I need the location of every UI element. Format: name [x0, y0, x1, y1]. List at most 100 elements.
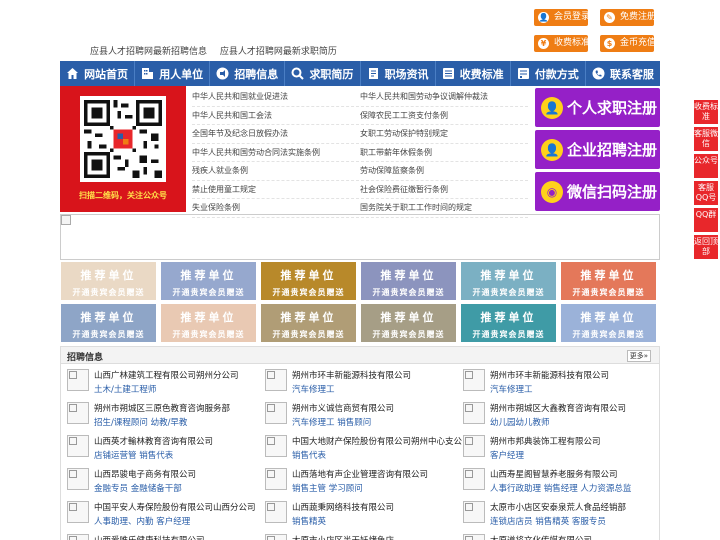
- jobseeker-register-button[interactable]: 👤 个人求职注册: [535, 88, 660, 127]
- company-name[interactable]: 山西蔬秉网络科技有限公司: [292, 501, 394, 513]
- company-name[interactable]: 中国大地财产保险股份有限公司朔州中心支公: [292, 435, 462, 447]
- job-positions[interactable]: 销售主管 学习顾问: [292, 482, 363, 494]
- company-logo[interactable]: [67, 402, 89, 424]
- company-logo[interactable]: [67, 534, 89, 540]
- company-logo[interactable]: [265, 435, 287, 457]
- company-name[interactable]: 太原市小店区安泰泉荒人食品经销部: [490, 501, 626, 513]
- law-link[interactable]: 中华人民共和国就业促进法: [192, 91, 360, 102]
- recommend-tile[interactable]: 推荐单位 开通贵宾会员赠送: [61, 262, 156, 300]
- company-name[interactable]: 朔州市义诚信商贸有限公司: [292, 402, 394, 414]
- job-item[interactable]: 朔州市朔城区三原色教育咨询服务部 招生/课程顾问 幼教/早教: [61, 402, 256, 435]
- job-item[interactable]: 朔州市义诚信商贸有限公司 汽车修理工 销售顾问: [259, 402, 454, 435]
- company-logo[interactable]: [463, 402, 485, 424]
- nav-employers[interactable]: 用人单位: [135, 61, 211, 86]
- law-link[interactable]: 中华人民共和国劳动争议调解仲裁法: [360, 91, 528, 102]
- law-link[interactable]: 残疾人就业条例: [192, 165, 360, 176]
- recommend-tile[interactable]: 推荐单位 开通贵宾会员赠送: [161, 304, 256, 342]
- company-logo[interactable]: [463, 468, 485, 490]
- company-name[interactable]: 山西落地有声企业管理咨询有限公司: [292, 468, 428, 480]
- job-positions[interactable]: 人事行政助理 销售经理 人力资源总监: [490, 482, 631, 494]
- job-positions[interactable]: 销售代表: [292, 449, 326, 461]
- company-logo[interactable]: [67, 369, 89, 391]
- recommend-tile[interactable]: 推荐单位 开通贵宾会员赠送: [261, 262, 356, 300]
- law-link[interactable]: 保障农民工工资支付条例: [360, 110, 528, 121]
- company-name[interactable]: 朔州市邦典装饰工程有限公司: [490, 435, 601, 447]
- nav-news[interactable]: 职场资讯: [361, 61, 436, 86]
- job-positions[interactable]: 汽车修理工: [292, 383, 335, 395]
- job-item[interactable]: 太原道将文化传媒有限公司人事助理 新媒体文员: [457, 534, 652, 540]
- company-name[interactable]: 山西英才輸林教育咨询有限公司: [94, 435, 213, 447]
- company-name[interactable]: 山西爱唯乐健康科技有限公司: [94, 534, 205, 540]
- recommend-tile[interactable]: 推荐单位 开通贵宾会员赠送: [161, 262, 256, 300]
- job-item[interactable]: 山西蔬秉网络科技有限公司 销售精英: [259, 501, 454, 534]
- company-name[interactable]: 朔州市朔城区三原色教育咨询服务部: [94, 402, 230, 414]
- job-item[interactable]: 朔州市朔城区大鑫教育咨询有限公司 幼儿园幼儿教师: [457, 402, 652, 435]
- law-link[interactable]: 职工带薪年休假条例: [360, 147, 528, 158]
- company-logo[interactable]: [463, 369, 485, 391]
- job-item[interactable]: 山西落地有声企业管理咨询有限公司 销售主管 学习顾问: [259, 468, 454, 501]
- law-link[interactable]: 女职工劳动保护特别规定: [360, 128, 528, 139]
- company-logo[interactable]: [265, 534, 287, 540]
- job-positions[interactable]: 人事助理、内勤 客户经理: [94, 515, 190, 527]
- job-positions[interactable]: 店铺运营管 销售代表: [94, 449, 173, 461]
- job-item[interactable]: 山西寿星阁智慧养老服务有限公司 人事行政助理 销售经理 人力资源总监: [457, 468, 652, 501]
- recommend-tile[interactable]: 推荐单位 开通贵宾会员赠送: [361, 262, 456, 300]
- law-link[interactable]: 失业保险条例: [192, 202, 360, 213]
- job-item[interactable]: 山西广林建筑工程有限公司朔州分公司 土木/土建工程师: [61, 369, 256, 402]
- company-name[interactable]: 中国平安人寿保险股份有限公司山西分公司: [94, 501, 256, 513]
- company-logo[interactable]: [265, 369, 287, 391]
- job-item[interactable]: 太原市小店区安泰泉荒人食品经销部 连锁店店员 销售精英 客服专员: [457, 501, 652, 534]
- side-pricing[interactable]: 收费标准: [694, 100, 718, 124]
- job-positions[interactable]: 销售精英: [292, 515, 326, 527]
- law-link[interactable]: 全国年节及纪念日放假办法: [192, 128, 360, 139]
- company-name[interactable]: 山西昂骏电子商务有限公司: [94, 468, 196, 480]
- nav-payment[interactable]: 付款方式: [511, 61, 586, 86]
- company-name[interactable]: 山西广林建筑工程有限公司朔州分公司: [94, 369, 239, 381]
- company-logo[interactable]: [67, 435, 89, 457]
- company-logo[interactable]: [265, 468, 287, 490]
- job-item[interactable]: 朔州市环丰新能源科技有限公司 汽车修理工: [259, 369, 454, 402]
- recharge-button[interactable]: $ 金币充值: [600, 35, 656, 52]
- job-item[interactable]: 山西昂骏电子商务有限公司 金融专员 金融储备干部: [61, 468, 256, 501]
- employer-register-button[interactable]: 👤 企业招聘注册: [535, 130, 660, 169]
- company-logo[interactable]: [463, 435, 485, 457]
- side-qq[interactable]: 客服QQ号: [694, 181, 718, 205]
- side-wechat[interactable]: 客服微信: [694, 127, 718, 151]
- company-name[interactable]: 朔州市朔城区大鑫教育咨询有限公司: [490, 402, 626, 414]
- more-button[interactable]: 更多»: [626, 350, 651, 362]
- company-name[interactable]: 太原道将文化传媒有限公司: [490, 534, 592, 540]
- company-name[interactable]: 朔州市环丰新能源科技有限公司: [490, 369, 609, 381]
- nav-contact[interactable]: 联系客服: [586, 61, 660, 86]
- company-name[interactable]: 朔州市环丰新能源科技有限公司: [292, 369, 411, 381]
- register-button[interactable]: ✎ 免费注册: [600, 9, 656, 26]
- law-link[interactable]: 国务院关于职工工作时间的规定: [360, 202, 528, 213]
- job-positions[interactable]: 客户经理: [490, 449, 524, 461]
- job-item[interactable]: 中国平安人寿保险股份有限公司山西分公司 人事助理、内勤 客户经理: [61, 501, 256, 534]
- job-item[interactable]: 山西爱唯乐健康科技有限公司电商运营 医药代表 客户经理: [61, 534, 256, 540]
- company-logo[interactable]: [265, 501, 287, 523]
- job-positions[interactable]: 汽车修理工 销售顾问: [292, 416, 371, 428]
- pricing-button[interactable]: ¥ 收费标准: [534, 35, 590, 52]
- law-link[interactable]: 中华人民共和国劳动合同法实施条例: [192, 147, 360, 158]
- company-logo[interactable]: [463, 534, 485, 540]
- job-positions[interactable]: 金融专员 金融储备干部: [94, 482, 182, 494]
- recommend-tile[interactable]: 推荐单位 开通贵宾会员赠送: [561, 304, 656, 342]
- login-button[interactable]: 👤 会员登录: [534, 9, 590, 26]
- recommend-tile[interactable]: 推荐单位 开通贵宾会员赠送: [61, 304, 156, 342]
- latest-jobs-link[interactable]: 应县人才招聘网最新招聘信息: [90, 47, 207, 57]
- law-link[interactable]: 中华人民共和国工会法: [192, 110, 360, 121]
- nav-resumes[interactable]: 求职简历: [285, 61, 361, 86]
- company-logo[interactable]: [67, 468, 89, 490]
- job-item[interactable]: 朔州市邦典装饰工程有限公司 客户经理: [457, 435, 652, 468]
- job-item[interactable]: 太原市小店区半天妖烤鱼店前厅经理 店长 运营督导: [259, 534, 454, 540]
- wechat-register-button[interactable]: ◉ 微信扫码注册: [535, 172, 660, 211]
- side-qq-group[interactable]: QQ群: [694, 208, 718, 232]
- company-logo[interactable]: [463, 501, 485, 523]
- law-link[interactable]: 劳动保障监察条例: [360, 165, 528, 176]
- latest-resumes-link[interactable]: 应县人才招聘网最新求职简历: [220, 47, 337, 57]
- nav-pricing[interactable]: 收费标准: [436, 61, 511, 86]
- company-logo[interactable]: [67, 501, 89, 523]
- job-positions[interactable]: 幼儿园幼儿教师: [490, 416, 550, 428]
- banner-image[interactable]: [60, 214, 660, 260]
- job-item[interactable]: 山西英才輸林教育咨询有限公司 店铺运营管 销售代表: [61, 435, 256, 468]
